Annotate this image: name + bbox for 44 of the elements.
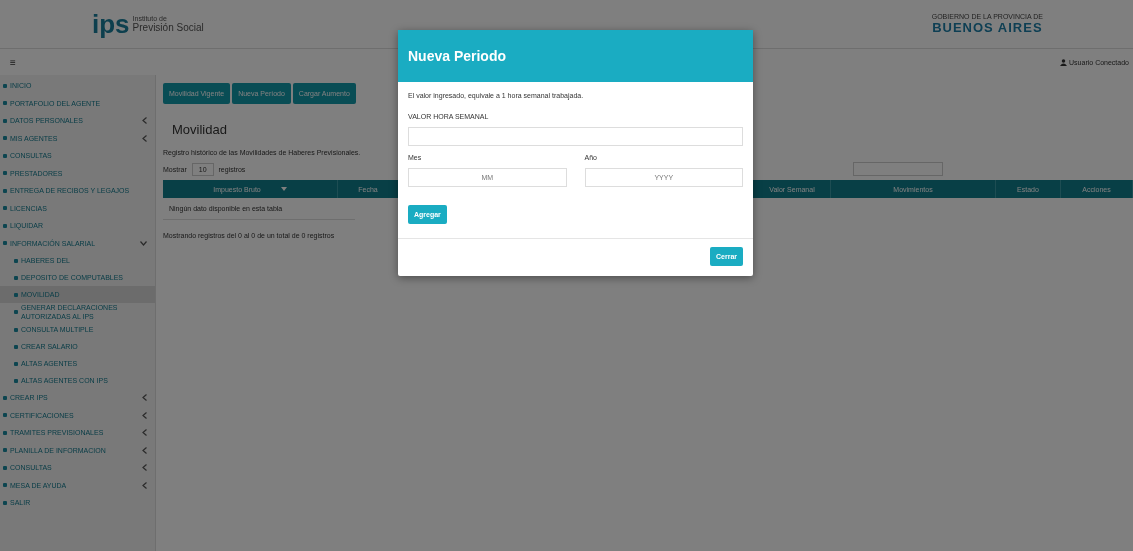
item-icon: [3, 206, 7, 211]
item-icon: [3, 153, 7, 158]
item-icon: [14, 310, 18, 315]
logo-text: Previsión Social: [132, 22, 204, 33]
menu-toggle[interactable]: ≡: [10, 56, 16, 68]
item-icon: [3, 448, 7, 453]
chevron-left-icon: [142, 481, 147, 489]
item-icon: [3, 223, 7, 228]
item-icon: [3, 188, 7, 193]
item-icon: [3, 101, 7, 106]
item-icon: [14, 361, 18, 366]
item-icon: [14, 275, 18, 280]
item-icon: [3, 118, 7, 123]
item-icon: [3, 500, 7, 505]
sort-icon: [280, 187, 287, 191]
input-field[interactable]: [408, 127, 743, 146]
province-logo: BUENOS AIRES: [932, 20, 1043, 35]
item-icon: [14, 258, 18, 263]
chevron-left-icon: [142, 411, 147, 419]
item-icon: [3, 395, 7, 400]
chevron-left-icon: [142, 134, 147, 142]
modal-title: Nueva Periodo: [408, 48, 507, 64]
item-icon: [3, 483, 7, 488]
item-icon: [3, 136, 7, 141]
chevron-down-icon: [140, 240, 147, 246]
chevron-left-icon: [142, 394, 147, 402]
chevron-left-icon: [142, 446, 147, 454]
item-icon: [14, 378, 18, 383]
item-icon: [3, 430, 7, 435]
page-title: Movilidad: [172, 122, 227, 137]
item-icon: [3, 465, 7, 470]
item-icon: [14, 344, 18, 349]
logo-mark: ips: [92, 11, 130, 37]
item-icon: [14, 292, 18, 297]
item-icon: [14, 327, 18, 332]
search-field[interactable]: [853, 162, 943, 176]
chevron-left-icon: [142, 117, 147, 125]
item-icon: [3, 171, 7, 176]
item-icon: [3, 413, 7, 418]
item-icon: [3, 83, 7, 88]
chevron-left-icon: [142, 464, 147, 472]
user-icon: [1060, 58, 1068, 66]
chevron-left-icon: [142, 429, 147, 437]
item-icon: [3, 241, 7, 246]
